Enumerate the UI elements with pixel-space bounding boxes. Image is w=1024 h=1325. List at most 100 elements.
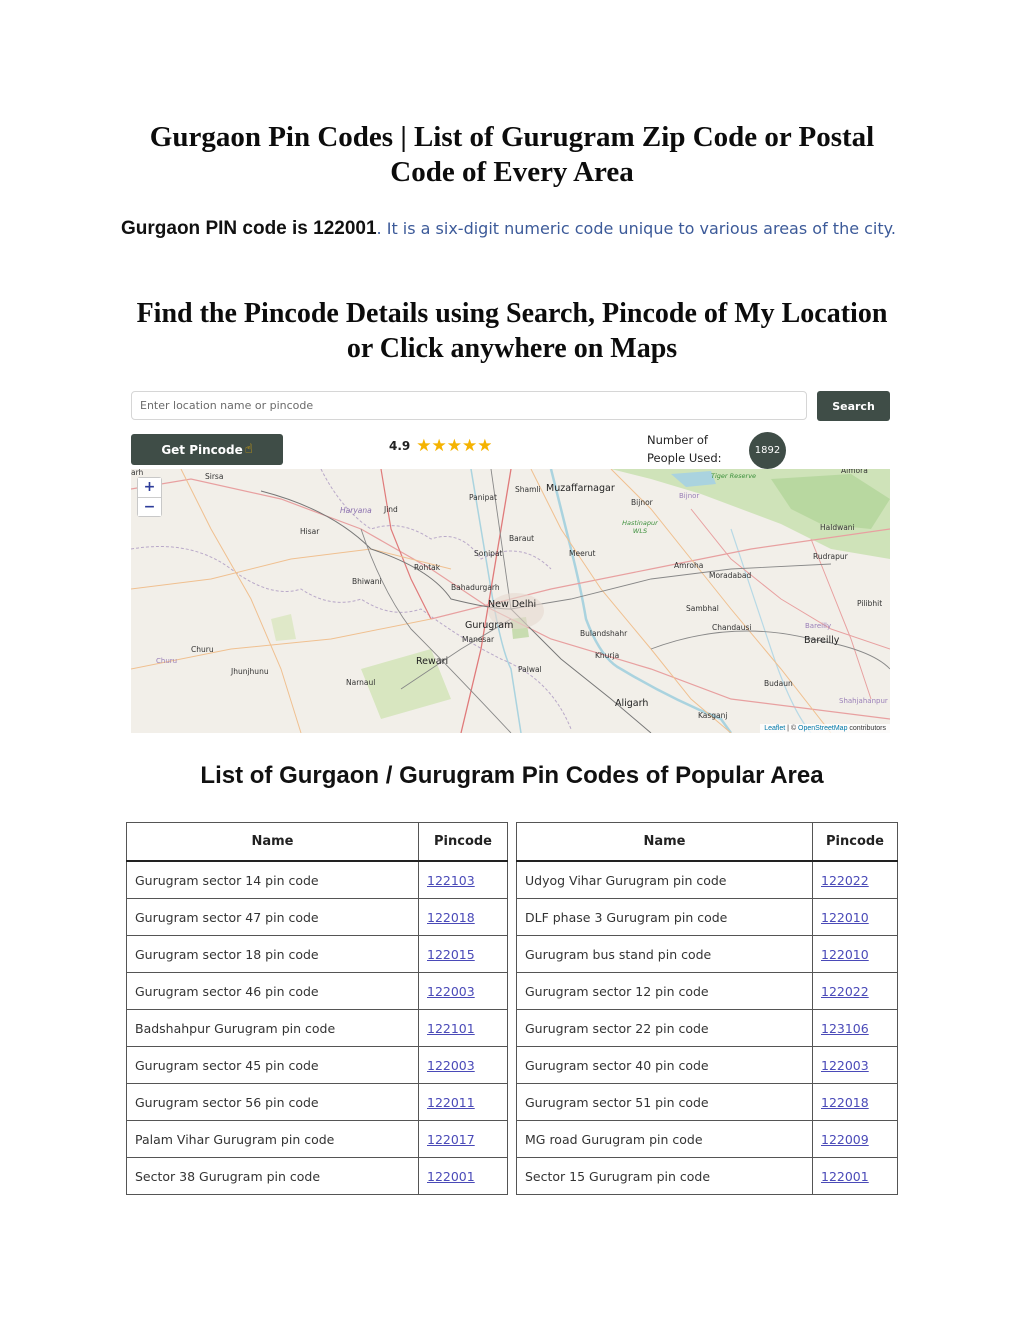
area-name-cell: Palam Vihar Gurugram pin code <box>126 1120 419 1158</box>
map-label-narnaul: Narnaul <box>346 678 376 687</box>
map-label-bareilly-district: Bareilly <box>805 622 832 630</box>
pincode-link[interactable]: 122101 <box>427 1021 475 1036</box>
pincode-cell: 122010 <box>812 935 898 973</box>
users-count-label: Number of People Used: <box>647 433 722 465</box>
area-name-cell: Udyog Vihar Gurugram pin code <box>516 860 813 899</box>
map-label-sirsa: Sirsa <box>205 472 224 481</box>
pincode-link[interactable]: 122010 <box>821 910 869 925</box>
pincode-link[interactable]: 122103 <box>427 873 475 888</box>
map-label-sambhal: Sambhal <box>686 604 719 613</box>
get-pincode-label: Get Pincode <box>161 442 243 457</box>
get-pincode-button[interactable]: Get Pincode ☝ <box>131 434 283 465</box>
rating: 4.9 ★★★★★ ★★★★★ <box>389 436 492 456</box>
area-name-cell: Gurugram sector 51 pin code <box>516 1083 813 1121</box>
openstreetmap-link[interactable]: OpenStreetMap <box>798 725 847 732</box>
pincode-link[interactable]: 122001 <box>821 1169 869 1184</box>
map-label-shamli: Shamli <box>515 485 541 494</box>
pincode-link[interactable]: 122018 <box>821 1095 869 1110</box>
map-label-gurugram: Gurugram <box>465 620 514 631</box>
table-row: Badshahpur Gurugram pin code 122101 <box>126 1009 508 1047</box>
intro-description: . It is a six-digit numeric code unique … <box>376 219 896 238</box>
column-header-name: Name <box>126 822 419 862</box>
table-row: Gurugram sector 14 pin code 122103 <box>126 860 508 899</box>
finder-title: Find the Pincode Details using Search, P… <box>136 298 888 364</box>
pincode-cell: 122003 <box>418 1046 508 1084</box>
area-name-cell: Gurugram sector 14 pin code <box>126 860 419 899</box>
table-header-row: Name Pincode <box>516 822 898 862</box>
pincode-link[interactable]: 122022 <box>821 984 869 999</box>
pincode-link[interactable]: 122017 <box>427 1132 475 1147</box>
map-label-jind: Jind <box>384 505 398 514</box>
map-label-bhiwani: Bhiwani <box>352 577 382 586</box>
leaflet-link[interactable]: Leaflet <box>764 725 785 732</box>
map-label-chandausi: Chandausi <box>712 623 752 632</box>
table-row: Udyog Vihar Gurugram pin code 122022 <box>516 860 898 899</box>
table-row: Gurugram sector 18 pin code 122015 <box>126 935 508 973</box>
map-label-amroha: Amroha <box>674 561 704 570</box>
table-row: DLF phase 3 Gurugram pin code 122010 <box>516 898 898 936</box>
pincode-cell: 122001 <box>418 1157 508 1195</box>
map-label-baraut: Baraut <box>509 534 535 543</box>
pincode-cell: 122003 <box>812 1046 898 1084</box>
zoom-in-button[interactable]: + <box>138 478 161 497</box>
map-label-khurja: Khurja <box>595 651 620 660</box>
pincode-cell: 122015 <box>418 935 508 973</box>
area-name-cell: Gurugram sector 40 pin code <box>516 1046 813 1084</box>
map-label-bijnor: Bijnor <box>631 498 653 507</box>
map-label-rewari: Rewari <box>416 656 449 667</box>
area-name-cell: Gurugram sector 56 pin code <box>126 1083 419 1121</box>
pincode-cell: 122022 <box>812 860 898 899</box>
table-header-row: Name Pincode <box>126 822 508 862</box>
pincode-link[interactable]: 122010 <box>821 947 869 962</box>
table-row: Gurugram sector 47 pin code 122018 <box>126 898 508 936</box>
pincode-link[interactable]: 123106 <box>821 1021 869 1036</box>
map-label-bulandshahr: Bulandshahr <box>580 629 628 638</box>
location-search-input[interactable] <box>131 391 807 420</box>
star-rating-icon: ★★★★★ ★★★★★ <box>416 436 493 455</box>
map-label-meerut: Meerut <box>569 549 596 558</box>
pointing-hand-icon: ☝ <box>244 442 253 457</box>
green-patch <box>271 614 296 641</box>
intro-paragraph: Gurgaon PIN code is 122001. It is a six-… <box>121 214 901 243</box>
pincode-table-right: Name Pincode Udyog Vihar Gurugram pin co… <box>516 822 898 1195</box>
zoom-out-button[interactable]: − <box>138 497 161 516</box>
map[interactable]: arh Sirsa Panipat Shamli Muzaffarnagar B… <box>131 469 890 733</box>
pincode-cell: 122003 <box>418 972 508 1010</box>
map-label-panipat: Panipat <box>469 493 497 502</box>
pincode-table-left: Name Pincode Gurugram sector 14 pin code… <box>126 822 508 1195</box>
map-label-haryana: Haryana <box>340 506 372 515</box>
pincode-link[interactable]: 122003 <box>427 1058 475 1073</box>
table-row: Sector 38 Gurugram pin code 122001 <box>126 1157 508 1195</box>
pincode-link[interactable]: 122018 <box>427 910 475 925</box>
pincode-link[interactable]: 122022 <box>821 873 869 888</box>
pincode-link[interactable]: 122009 <box>821 1132 869 1147</box>
state-boundary <box>320 469 552 570</box>
map-label-rudrapur: Rudrapur <box>813 552 848 561</box>
road <box>810 538 872 700</box>
map-label-almora: Almora <box>841 469 868 475</box>
map-label-kasganj: Kasganj <box>698 711 728 720</box>
pincode-link[interactable]: 122003 <box>427 984 475 999</box>
area-name-cell: Gurugram sector 22 pin code <box>516 1009 813 1047</box>
pincode-cell: 122101 <box>418 1009 508 1047</box>
search-button[interactable]: Search <box>817 391 890 421</box>
pincode-link[interactable]: 122003 <box>821 1058 869 1073</box>
map-label-budaun: Budaun <box>764 679 793 688</box>
pincode-link[interactable]: 122001 <box>427 1169 475 1184</box>
state-boundary <box>131 546 572 730</box>
map-attribution: Leaflet | © OpenStreetMap contributors <box>760 724 890 733</box>
area-name-cell: Sector 38 Gurugram pin code <box>126 1157 419 1195</box>
intro-lead: Gurgaon PIN code is 122001 <box>121 218 377 239</box>
pincode-link[interactable]: 122015 <box>427 947 475 962</box>
pincode-cell: 122010 <box>812 898 898 936</box>
road <box>180 469 302 733</box>
pincode-cell: 122103 <box>418 860 508 899</box>
pincode-cell: 122018 <box>418 898 508 936</box>
map-label-aligarh: Aligarh <box>615 698 649 709</box>
pincode-cell: 122017 <box>418 1120 508 1158</box>
pincode-link[interactable]: 122011 <box>427 1095 475 1110</box>
pincode-cell: 122001 <box>812 1157 898 1195</box>
map-label-churu-district: Churu <box>156 657 178 665</box>
area-name-cell: Gurugram sector 47 pin code <box>126 898 419 936</box>
table-row: Gurugram sector 40 pin code 122003 <box>516 1046 898 1084</box>
